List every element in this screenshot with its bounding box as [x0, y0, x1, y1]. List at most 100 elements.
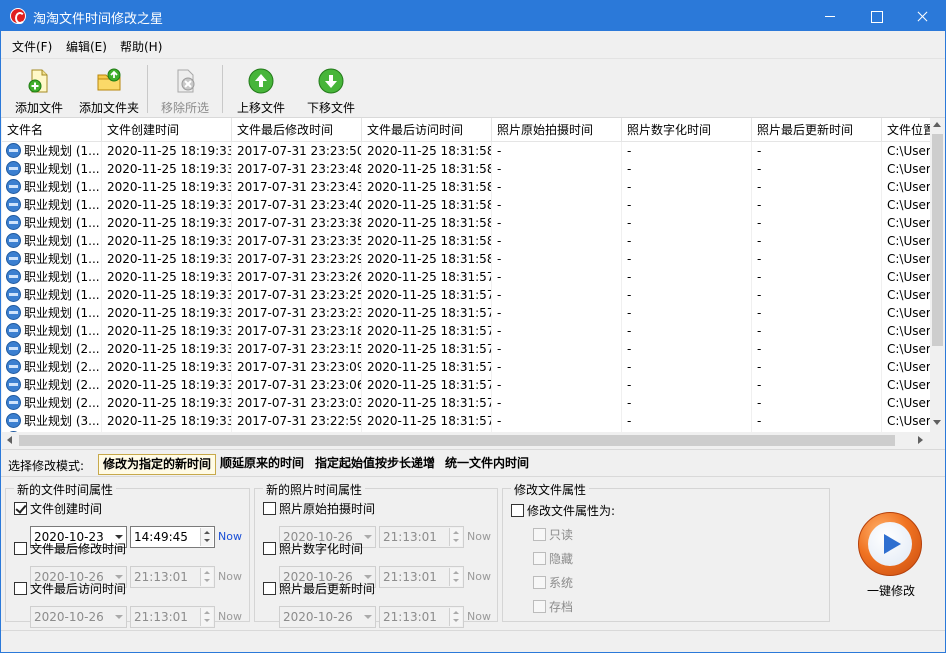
scroll-right-icon[interactable] [918, 436, 923, 444]
table-cell: C:\User [882, 304, 930, 322]
table-row[interactable]: 职业规划 (2... 2020-11-25 18:19:33 2017-07-31 … [2, 376, 930, 394]
checkbox[interactable] [263, 582, 276, 595]
table-cell: - [622, 412, 752, 430]
mode-tab-set-new-time[interactable]: 修改为指定的新时间 [98, 454, 217, 475]
checkbox[interactable] [263, 502, 276, 515]
column-header[interactable]: 文件最后访问时间 [362, 118, 492, 142]
mode-label: 选择修改模式: [8, 459, 85, 473]
attr-readonly-checkbox: 只读 [533, 527, 573, 543]
accessed-time-checkbox[interactable]: 文件最后访问时间 [14, 581, 126, 597]
scroll-left-icon[interactable] [7, 436, 12, 444]
table-cell: - [752, 394, 882, 412]
photo-time-group: 新的照片时间属性 照片原始拍摄时间 2020-10-26 21:13:01 No… [254, 481, 498, 628]
table-row[interactable]: 职业规划 (1... 2020-11-25 18:19:33 2017-07-31 … [2, 322, 930, 340]
table-cell: 2017-07-31 23:23:06 [232, 376, 362, 394]
table-row[interactable]: 职业规划 (1... 2020-11-25 18:19:33 2017-07-31 … [2, 142, 930, 160]
menu-file[interactable]: 文件(F) [12, 38, 52, 55]
scroll-up-icon[interactable] [933, 122, 941, 127]
scroll-thumb[interactable] [932, 134, 943, 346]
checkbox[interactable] [511, 504, 524, 517]
table-cell: - [752, 196, 882, 214]
scroll-down-icon[interactable] [933, 420, 941, 425]
spinner-icon[interactable] [200, 528, 213, 546]
table-cell: 2017-07-31 23:23:40 [232, 196, 362, 214]
now-link[interactable]: Now [218, 526, 242, 548]
column-header[interactable]: 文件创建时间 [102, 118, 232, 142]
table-row[interactable]: 职业规划 (3...2020-11-25 18:19:332017-07-31 … [2, 412, 930, 430]
table-cell: 2020-11-25 18:31:57 [362, 394, 492, 412]
table-cell: - [622, 250, 752, 268]
mode-bar: 选择修改模式: 修改为指定的新时间 顺延原来的时间 指定起始值按步长递增 统一文… [1, 451, 945, 477]
checkbox[interactable] [14, 582, 27, 595]
time-value: 14:49:45 [134, 530, 188, 544]
table-row[interactable]: 职业规划 (2... 2020-11-25 18:19:33 2017-07-31 … [2, 394, 930, 412]
column-header[interactable]: 照片最后更新时间 [752, 118, 882, 142]
photo-digitized-checkbox[interactable]: 照片数字化时间 [263, 541, 363, 557]
vertical-scrollbar[interactable] [930, 118, 945, 432]
creation-time-checkbox[interactable]: 文件创建时间 [14, 501, 102, 517]
menu-edit[interactable]: 编辑(E) [66, 38, 107, 55]
table-row[interactable]: 职业规划 (1... 2020-11-25 18:19:33 2017-07-31 … [2, 214, 930, 232]
checkbox [533, 528, 546, 541]
photo-original-checkbox[interactable]: 照片原始拍摄时间 [263, 501, 375, 517]
table-cell: 2020-11-25 18:31:58 [362, 160, 492, 178]
arrow-up-icon [248, 68, 274, 94]
table-row[interactable]: 职业规划 (1... 2020-11-25 18:19:33 2017-07-31 … [2, 178, 930, 196]
add-file-icon [28, 69, 48, 93]
minimize-button[interactable] [807, 1, 853, 31]
column-header[interactable]: 文件名 [2, 118, 102, 142]
scroll-thumb[interactable] [19, 435, 895, 446]
maximize-button[interactable] [853, 1, 899, 31]
table-row[interactable]: 职业规划 (1... 2020-11-25 18:19:33 2017-07-31 … [2, 268, 930, 286]
checkbox-label: 照片数字化时间 [279, 542, 364, 556]
table-cell: - [752, 304, 882, 322]
table-row[interactable]: 职业规划 (1... 2020-11-25 18:19:33 2017-07-31 … [2, 250, 930, 268]
table-cell: - [622, 304, 752, 322]
mode-tab-shift-time[interactable]: 顺延原来的时间 [216, 454, 308, 475]
column-header[interactable]: 照片数字化时间 [622, 118, 752, 142]
table-row[interactable]: 职业规划 (2... 2020-11-25 18:19:33 2017-07-31 … [2, 340, 930, 358]
table-cell: 2020-11-25 18:19:33 [102, 232, 232, 250]
table-cell: 2017-07-31 23:23:18 [232, 322, 362, 340]
photo-updated-checkbox[interactable]: 照片最后更新时间 [263, 581, 375, 597]
table-row[interactable]: 职业规划 (1... 2020-11-25 18:19:33 2017-07-31 … [2, 232, 930, 250]
column-header[interactable]: 文件最后修改时间 [232, 118, 362, 142]
mode-tab-increment[interactable]: 指定起始值按步长递增 [311, 454, 439, 475]
one-key-modify-button[interactable]: 一键修改 [849, 508, 933, 604]
mode-tab-unify[interactable]: 统一文件内时间 [441, 454, 533, 475]
photo-original-time-input: 21:13:01 [379, 526, 464, 548]
column-header[interactable]: 照片原始拍摄时间 [492, 118, 622, 142]
add-folder-button[interactable]: 添加文件夹 [75, 61, 143, 117]
table-row[interactable]: 职业规划 (1... 2020-11-25 18:19:33 2017-07-31 … [2, 160, 930, 178]
menu-help[interactable]: 帮助(H) [120, 38, 162, 55]
table-cell: - [492, 214, 622, 232]
spinner-icon [200, 568, 213, 586]
play-button-icon[interactable] [858, 512, 922, 576]
creation-time-input[interactable]: 14:49:45 [130, 526, 215, 548]
close-button[interactable] [899, 1, 945, 31]
checkbox[interactable] [14, 542, 27, 555]
checkbox[interactable] [14, 502, 27, 515]
modify-attribute-checkbox[interactable]: 修改文件属性为: [511, 503, 615, 519]
table-cell: 2017-07-31 23:22:59 [232, 412, 362, 430]
table-row[interactable]: 职业规划 (1... 2020-11-25 18:19:33 2017-07-31 … [2, 286, 930, 304]
table-row[interactable]: 职业规划 (1... 2020-11-25 18:19:33 2017-07-31 … [2, 304, 930, 322]
modified-time-checkbox[interactable]: 文件最后修改时间 [14, 541, 126, 557]
table-row[interactable]: 职业规划 (2... 2020-11-25 18:19:33 2017-07-31 … [2, 358, 930, 376]
checkbox[interactable] [263, 542, 276, 555]
remove-selected-button[interactable]: 移除所选 [155, 61, 215, 117]
chevron-down-icon [364, 535, 372, 539]
horizontal-scrollbar[interactable] [2, 432, 930, 449]
time-value: 21:13:01 [134, 610, 188, 624]
play-button-inner [868, 522, 912, 566]
table-cell: 2017-07-31 23:23:38 [232, 214, 362, 232]
table-row[interactable]: 职业规划 (1... 2020-11-25 18:19:33 2017-07-31 … [2, 196, 930, 214]
chevron-down-icon[interactable] [115, 535, 123, 539]
move-down-button[interactable]: 下移文件 [301, 61, 361, 117]
table-cell: 职业规划 (1... [2, 286, 102, 304]
file-list[interactable]: 文件名 文件创建时间 文件最后修改时间 文件最后访问时间 照片原始拍摄时间 照片… [2, 118, 945, 450]
move-up-button[interactable]: 上移文件 [231, 61, 291, 117]
table-cell: 职业规划 (1... [2, 250, 102, 268]
status-bar [1, 630, 945, 652]
add-file-button[interactable]: 添加文件 [9, 61, 69, 117]
